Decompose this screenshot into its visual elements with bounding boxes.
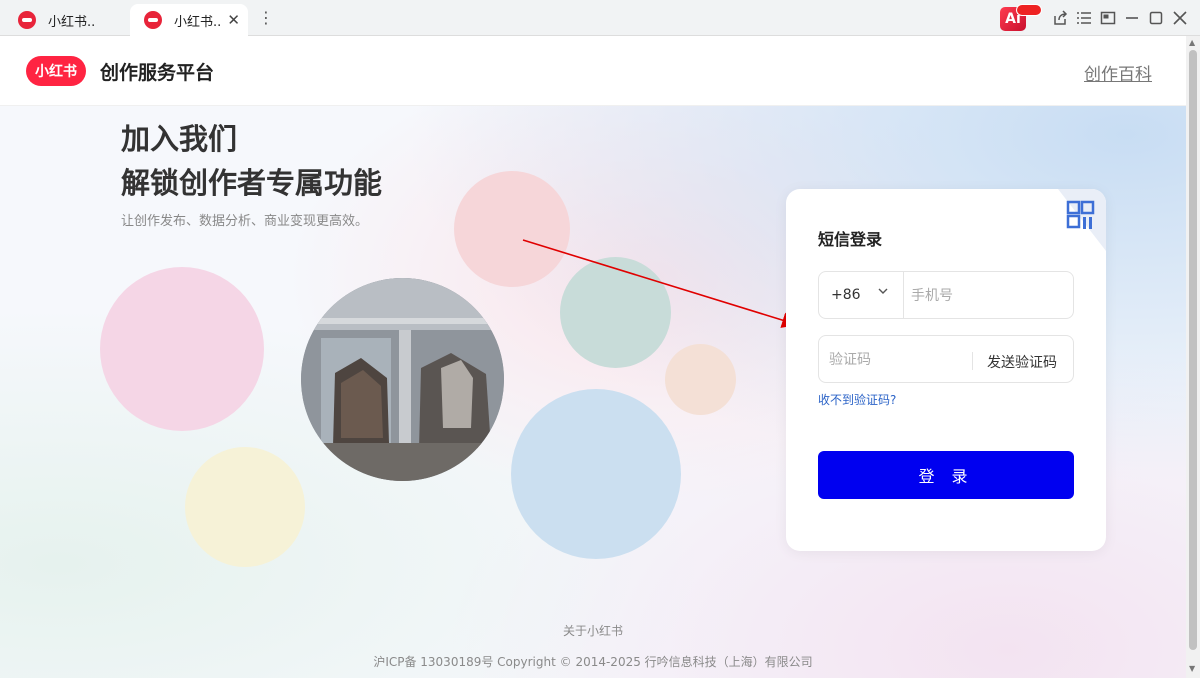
- close-window-icon[interactable]: [1172, 10, 1188, 26]
- no-code-link[interactable]: 收不到验证码?: [818, 391, 896, 408]
- xiaohongshu-favicon-icon: [18, 11, 36, 29]
- country-code-select[interactable]: +86: [831, 287, 861, 303]
- site-title: 创作服务平台: [100, 62, 215, 84]
- send-code-button[interactable]: 发送验证码: [987, 352, 1057, 372]
- logo-text: 小红书: [35, 64, 77, 80]
- login-card: 短信登录 +86 发送验证码 收不到验证码? 登 录: [786, 189, 1106, 551]
- scroll-up-icon[interactable]: ▲: [1189, 38, 1195, 47]
- divider: [903, 272, 904, 318]
- divider: [972, 352, 973, 370]
- share-icon[interactable]: [1052, 10, 1068, 26]
- site-header: 小红书 创作服务平台 创作百科: [0, 36, 1186, 106]
- login-button[interactable]: 登 录: [818, 451, 1074, 499]
- scroll-down-icon[interactable]: ▼: [1189, 664, 1195, 673]
- creator-wiki-link[interactable]: 创作百科: [1084, 60, 1152, 85]
- browser-tab-strip: 小红书.. 小红书.. ✕ ⋮ Ai: [0, 0, 1200, 36]
- tab-title: 小红书..: [48, 14, 96, 30]
- picture-in-picture-icon[interactable]: [1100, 10, 1116, 26]
- xiaohongshu-favicon-icon: [144, 11, 162, 29]
- login-title: 短信登录: [818, 230, 883, 249]
- maximize-icon[interactable]: [1148, 10, 1164, 26]
- chevron-down-icon[interactable]: [877, 285, 889, 300]
- phone-field-group: +86: [818, 271, 1074, 319]
- list-icon[interactable]: [1076, 10, 1092, 26]
- tab-menu-icon[interactable]: ⋮: [258, 8, 274, 27]
- tab-title: 小红书..: [174, 14, 222, 30]
- notification-pill-icon: [1016, 4, 1042, 16]
- browser-tab-active[interactable]: 小红书.. ✕: [130, 4, 248, 36]
- phone-input[interactable]: [905, 273, 1073, 319]
- qr-code-login-icon[interactable]: [1044, 189, 1106, 251]
- about-link[interactable]: 关于小红书: [0, 622, 1186, 639]
- main-area: 加入我们 解锁创作者专属功能 让创作发布、数据分析、商业变现更高效。 短信登录 …: [0, 106, 1186, 678]
- scroll-thumb[interactable]: [1189, 50, 1197, 650]
- browser-tab[interactable]: 小红书..: [4, 4, 116, 36]
- copyright-text: 沪ICP备 13030189号 Copyright © 2014-2025 行吟…: [373, 655, 813, 669]
- tab-close-icon[interactable]: ✕: [227, 11, 240, 29]
- page-scrollbar[interactable]: ▲ ▼: [1186, 36, 1200, 678]
- minimize-icon[interactable]: [1124, 10, 1140, 26]
- code-field-group: 发送验证码: [818, 335, 1074, 383]
- verification-code-input[interactable]: [823, 337, 971, 383]
- xiaohongshu-logo[interactable]: 小红书: [26, 56, 86, 86]
